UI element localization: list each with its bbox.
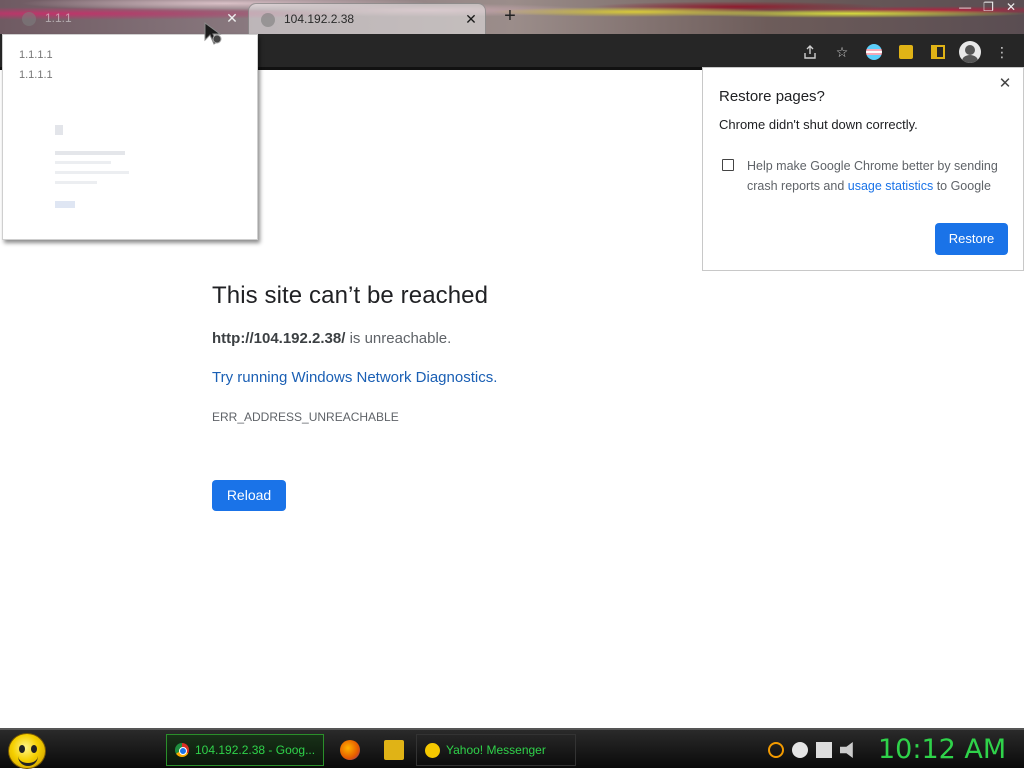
preview-subtitle: 1.1.1.1 <box>19 69 53 81</box>
mouse-cursor-icon <box>204 22 222 45</box>
tab-active[interactable]: 104.192.2.38 ✕ <box>248 3 486 34</box>
taskbar-item-chrome[interactable]: 104.192.2.38 - Goog... <box>166 734 324 766</box>
tab-favicon-icon <box>261 13 275 27</box>
close-icon[interactable]: ✕ <box>461 9 481 29</box>
firefox-icon[interactable] <box>340 740 360 760</box>
taskbar-clock[interactable]: 10:12 AM <box>878 734 1006 765</box>
error-unreachable-text: is unreachable. <box>345 330 452 347</box>
taskbar-item-label: Yahoo! Messenger <box>446 743 546 757</box>
tab-favicon-icon <box>22 12 36 26</box>
minimize-button[interactable]: — <box>959 0 971 18</box>
diagnostics-link[interactable]: Try running Windows Network Diagnostics <box>212 369 493 386</box>
toolbar-icons: ☆ ⋮ <box>798 38 1014 66</box>
preview-mini-button <box>55 201 75 208</box>
extensions-puzzle-icon[interactable] <box>894 40 918 64</box>
checkbox-label: Help make Google Chrome better by sendin… <box>747 156 1007 196</box>
volume-icon[interactable] <box>840 742 853 758</box>
preview-mini-icon <box>55 125 63 135</box>
taskbar: 104.192.2.38 - Goog... Yahoo! Messenger … <box>0 728 1024 769</box>
preview-mini-line <box>55 181 97 184</box>
share-icon[interactable] <box>798 40 822 64</box>
extension-flag-icon[interactable] <box>862 40 886 64</box>
window-controls: — ❐ ✕ <box>959 0 1016 18</box>
tab-hover-preview: 1.1.1.1 1.1.1.1 <box>2 34 258 240</box>
crash-report-checkbox[interactable] <box>722 159 734 171</box>
search-icon[interactable] <box>768 742 784 758</box>
diagnostics-period: . <box>493 369 498 386</box>
preview-mini-line <box>55 151 125 155</box>
restore-window-button[interactable]: ❐ <box>983 0 994 18</box>
taskbar-item-yahoo[interactable]: Yahoo! Messenger <box>416 734 576 766</box>
side-panel-icon[interactable] <box>926 40 950 64</box>
start-smiley-icon[interactable] <box>8 733 46 769</box>
chrome-icon <box>175 743 189 757</box>
restore-button[interactable]: Restore <box>935 223 1008 255</box>
error-content: This site can’t be reached http://104.19… <box>212 282 812 424</box>
diagnostics-line: Try running Windows Network Diagnostics. <box>212 369 812 386</box>
tab-title: 1.1.1 <box>45 11 72 25</box>
new-tab-button[interactable]: + <box>498 4 522 28</box>
error-title: This site can’t be reached <box>212 282 489 309</box>
reload-button[interactable]: Reload <box>212 480 286 511</box>
preview-mini-line <box>55 161 111 164</box>
preview-mini-line <box>55 171 129 174</box>
messenger-tray-icon[interactable] <box>792 742 808 758</box>
error-url: http://104.192.2.38/ <box>212 330 346 347</box>
menu-kebab-icon[interactable]: ⋮ <box>990 40 1014 64</box>
dialog-subtitle: Chrome didn't shut down correctly. <box>719 117 918 132</box>
tab-strip: 1.1.1 ✕ 104.192.2.38 ✕ + — ❐ ✕ <box>0 0 1024 34</box>
system-tray <box>768 740 856 760</box>
preview-title: 1.1.1.1 <box>19 49 53 61</box>
taskbar-item-label: 104.192.2.38 - Goog... <box>195 743 316 757</box>
error-message: http://104.192.2.38/ is unreachable. <box>212 330 812 347</box>
profile-avatar-icon[interactable] <box>958 40 982 64</box>
checkbox-text-after: to Google <box>933 179 991 193</box>
tab-title: 104.192.2.38 <box>284 12 355 26</box>
yahoo-messenger-icon <box>425 742 440 758</box>
close-icon[interactable]: ✕ <box>995 74 1015 94</box>
folder-icon[interactable] <box>384 740 404 760</box>
browser-window: 1.1.1 ✕ 104.192.2.38 ✕ + — ❐ ✕ ☆ ⋮ This … <box>0 0 1024 728</box>
dialog-title: Restore pages? <box>719 88 825 105</box>
usage-statistics-link[interactable]: usage statistics <box>848 179 933 193</box>
restore-pages-dialog: Restore pages? ✕ Chrome didn't shut down… <box>702 67 1024 271</box>
close-window-button[interactable]: ✕ <box>1006 0 1016 18</box>
bookmark-star-icon[interactable]: ☆ <box>830 40 854 64</box>
error-code: ERR_ADDRESS_UNREACHABLE <box>212 410 399 424</box>
network-icon[interactable] <box>816 742 832 758</box>
